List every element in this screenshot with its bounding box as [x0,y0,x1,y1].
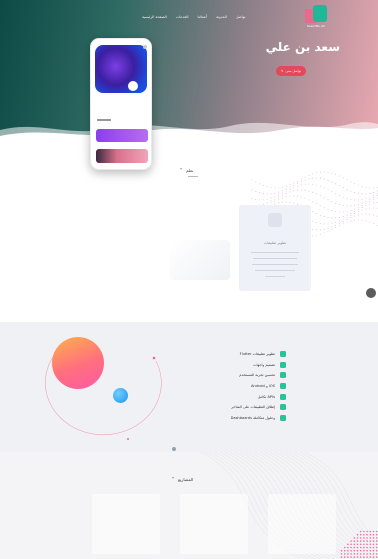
list-item: Android و iOS [190,381,286,392]
check-icon [280,351,286,358]
nav-item-portfolio[interactable]: أعمالنا [198,15,208,19]
feature-text: تحسين تجربة المستخدم [239,373,275,378]
text-line [253,258,297,260]
service-card-title: تطوير تطبيقات [263,241,287,245]
heading-underline [188,176,198,177]
list-item: Dashboards وحلول متكاملة [190,413,286,424]
service-card[interactable]: تطوير تطبيقات [239,205,311,291]
pencil-icon: ✎ [281,69,284,73]
main-nav: الصفحة الرئيسية الخدمات أعمالنا المدونة … [142,15,245,19]
phone-menu-dot [143,45,147,49]
phone-section-label [97,119,111,121]
phone-mockup [90,38,152,170]
check-icon [280,414,286,421]
background-shape [170,240,230,280]
nav-item-home[interactable]: الصفحة الرئيسية [142,15,167,19]
feature-text: إطلاق التطبيقات على المتاجر [231,405,275,410]
list-item: تكامل APIs [190,391,286,402]
section-divider-dot [172,447,176,451]
check-icon [280,361,286,368]
about-heading-text: تعلم [185,168,194,173]
pink-dot-pattern [340,530,378,558]
feature-text: تصميم واجهات [253,362,275,367]
nav-item-services[interactable]: الخدمات [176,15,189,19]
text-line [265,276,285,278]
scroll-top-button[interactable] [366,288,376,298]
phone-play-button [128,81,138,91]
list-item: إطلاق التطبيقات على المتاجر [190,402,286,413]
check-icon [280,393,286,400]
feature-list: Flutter تطوير تطبيقات تصميم واجهات تحسين… [190,349,286,423]
feature-text: تكامل APIs [257,394,275,399]
contact-button[interactable]: ✎ تواصل معي [276,66,306,76]
check-icon [280,372,286,379]
feature-text: Flutter تطوير تطبيقات [239,352,275,357]
check-icon [280,383,286,390]
gradient-circle-small [113,388,128,403]
quote-icon: “ [172,477,175,483]
project-card[interactable] [92,494,160,554]
feature-text: Dashboards وحلول متكاملة [230,415,275,420]
phone-card-image [96,149,148,163]
list-item: تحسين تجربة المستخدم [190,370,286,381]
text-line [255,270,295,272]
text-line [251,252,299,254]
nav-item-blog[interactable]: المدونة [216,15,227,19]
project-card[interactable] [268,494,336,554]
phone-card-purple [96,129,148,142]
features-section: Flutter تطوير تطبيقات تصميم واجهات تحسين… [0,322,378,452]
logo-shape-teal [313,5,327,22]
project-card[interactable] [180,494,248,554]
site-logo[interactable]: Saad Bin Ali [305,5,331,29]
projects-heading-text: المشاريع [177,477,194,482]
phone-hero-artwork [95,45,147,93]
list-item: Flutter تطوير تطبيقات [190,349,286,360]
app-icon [268,213,282,227]
hero-section: الصفحة الرئيسية الخدمات أعمالنا المدونة … [0,0,378,140]
hero-wave-divider [0,122,378,140]
text-line [252,264,298,266]
list-item: تصميم واجهات [190,360,286,371]
hero-title: سعد بن علي [265,40,340,54]
quote-icon: “ [180,168,183,174]
logo-caption: Saad Bin Ali [307,24,325,28]
about-heading: “ تعلم [180,168,198,177]
feature-text: Android و iOS [250,384,275,389]
projects-heading: “ المشاريع [172,477,193,483]
contact-button-label: تواصل معي [285,69,301,73]
nav-item-contact[interactable]: تواصل [236,15,246,19]
gradient-circle-large [52,337,104,389]
projects-section: “ المشاريع [0,452,378,559]
check-icon [280,404,286,411]
